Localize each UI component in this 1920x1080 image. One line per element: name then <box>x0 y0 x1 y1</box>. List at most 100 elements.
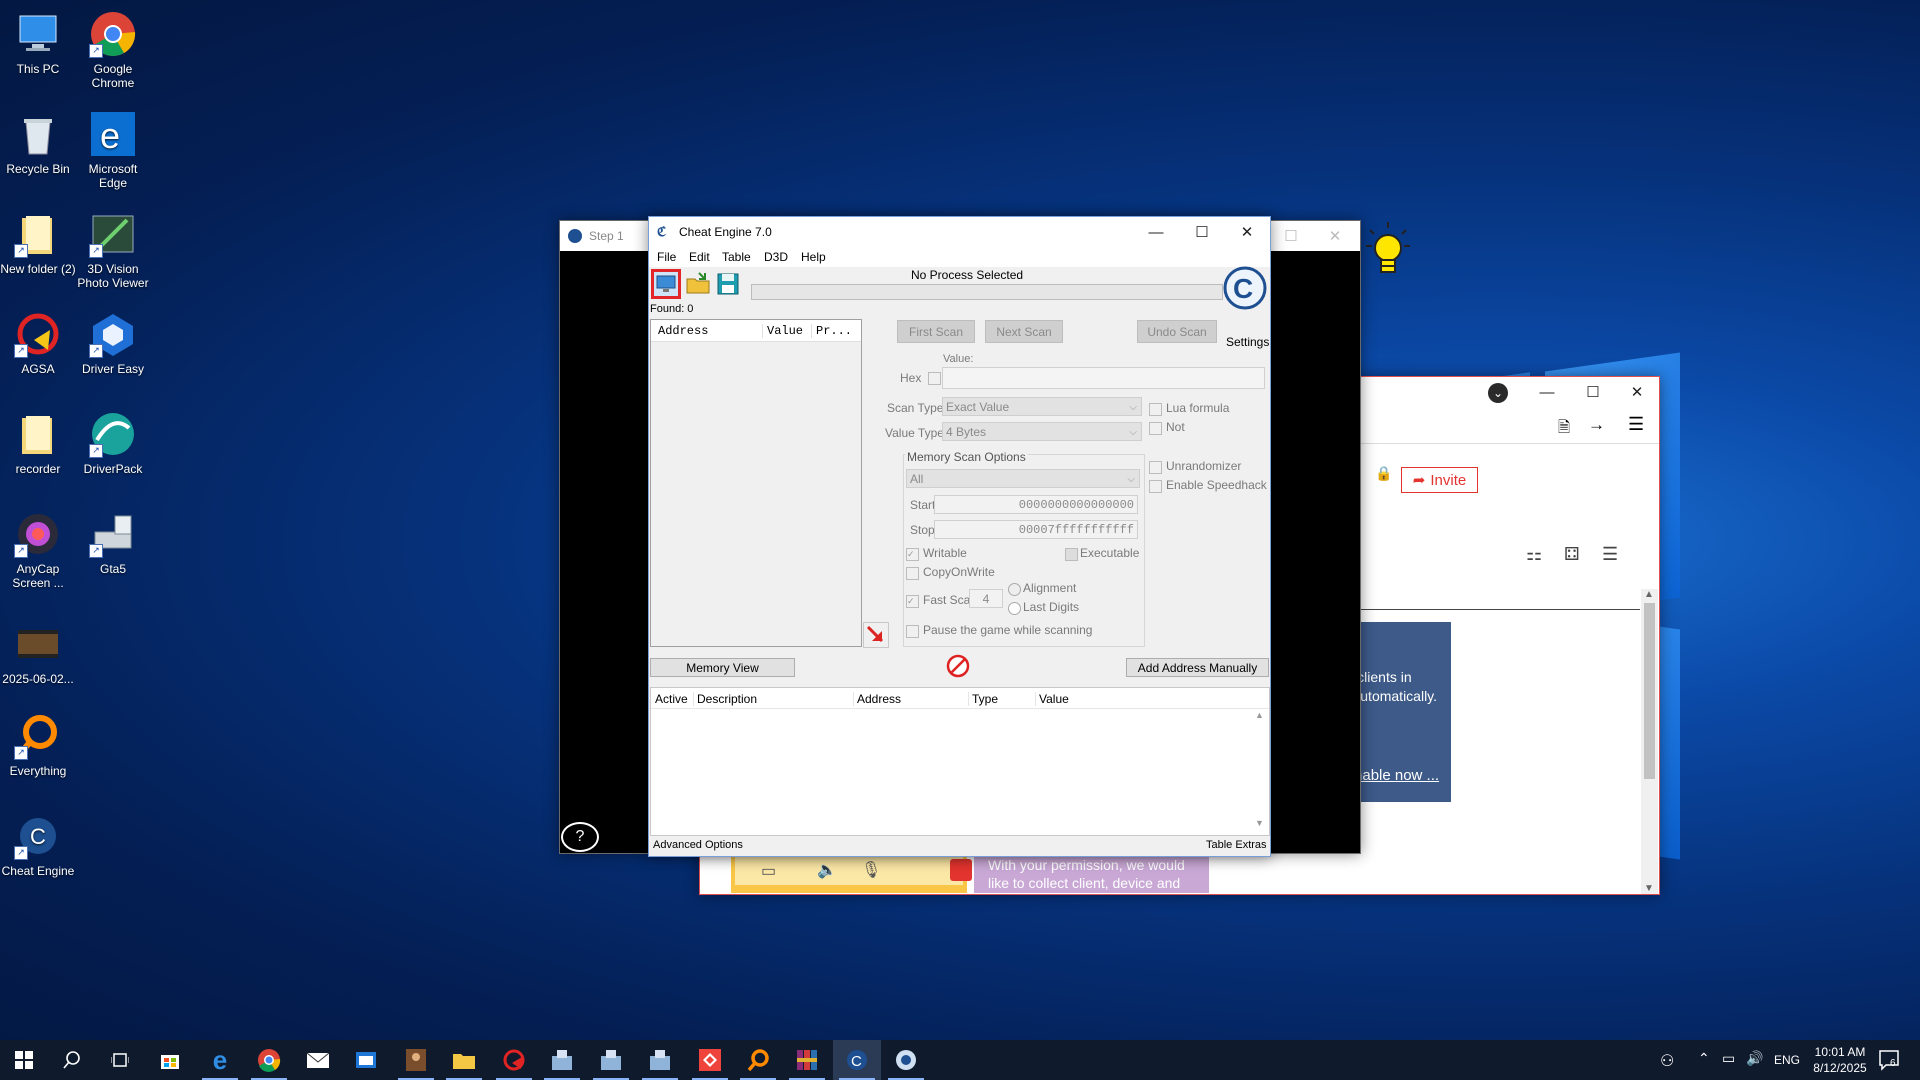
value-input[interactable] <box>942 367 1265 389</box>
start-button[interactable] <box>0 1040 48 1080</box>
network-icon[interactable]: ▭ <box>1722 1050 1735 1067</box>
help-button[interactable]: ? <box>561 822 599 852</box>
ce-titlebar[interactable]: ℭ Cheat Engine 7.0 — ☐ ✕ <box>649 217 1270 247</box>
first-scan-button[interactable]: First Scan <box>897 320 975 343</box>
record-icon[interactable] <box>950 859 972 881</box>
action-center-button[interactable]: 6 <box>1878 1048 1902 1072</box>
menu-table[interactable]: Table <box>722 250 751 264</box>
cheat-engine-window[interactable]: ℭ Cheat Engine 7.0 — ☐ ✕ File Edit Table… <box>648 216 1271 857</box>
scrollbar[interactable]: ▲ ▼ <box>1641 589 1658 894</box>
language-indicator[interactable]: ENG <box>1774 1053 1800 1067</box>
column-value[interactable]: Value <box>1035 692 1069 706</box>
hex-checkbox[interactable] <box>928 372 941 385</box>
taskbar-store[interactable] <box>146 1040 194 1080</box>
desktop-icon-cheat-engine[interactable]: C ↗ Cheat Engine <box>0 812 78 878</box>
clock[interactable]: 10:01 AM 8/12/2025 <box>1805 1044 1875 1076</box>
column-address[interactable]: Address <box>853 692 901 706</box>
not-checkbox[interactable] <box>1149 422 1162 435</box>
unrandomizer-checkbox[interactable] <box>1149 461 1162 474</box>
taskbar-window-app[interactable] <box>342 1040 390 1080</box>
writable-checkbox[interactable]: ✓ <box>906 548 919 561</box>
column-address[interactable]: Address <box>658 324 708 338</box>
scroll-up-icon[interactable]: ▲ <box>1255 710 1264 720</box>
taskbar-installer[interactable] <box>587 1040 635 1080</box>
memory-region-select[interactable]: All ⌵ <box>906 469 1140 488</box>
speedhack-checkbox[interactable] <box>1149 480 1162 493</box>
found-list[interactable]: Address Value Pr... <box>650 319 862 647</box>
fast-scan-checkbox[interactable]: ✓ <box>906 595 919 608</box>
save-button[interactable] <box>715 271 741 297</box>
menu-file[interactable]: File <box>657 250 676 264</box>
minimize-button[interactable]: — <box>1524 377 1570 407</box>
lua-formula-checkbox[interactable] <box>1149 403 1162 416</box>
tile-view-icon[interactable]: ⚏ <box>1526 544 1542 565</box>
maximize-button[interactable]: ☐ <box>1570 377 1616 407</box>
address-table[interactable]: Active Description Address Type Value ▲ … <box>650 687 1270 836</box>
copyonwrite-checkbox[interactable] <box>906 567 919 580</box>
invite-button[interactable]: ➦ Invite <box>1401 467 1478 493</box>
desktop-icon-anycap[interactable]: ↗ AnyCap Screen ... <box>0 510 78 590</box>
column-value[interactable]: Value <box>762 324 803 338</box>
desktop-icon-video[interactable]: 2025-06-02... <box>0 620 78 686</box>
list-view-icon[interactable]: ☰ <box>1602 544 1618 565</box>
ce-logo[interactable]: C <box>1221 266 1269 324</box>
fast-scan-value[interactable]: 4 <box>969 589 1003 608</box>
taskbar-tutorial[interactable] <box>882 1040 930 1080</box>
taskbar-installer[interactable] <box>636 1040 684 1080</box>
grid-view-icon[interactable]: ⚃ <box>1564 544 1580 565</box>
minimize-button[interactable]: — <box>1133 217 1179 247</box>
volume-icon[interactable]: 🔊 <box>1746 1050 1763 1067</box>
download-icon[interactable]: ⌄ <box>1488 383 1508 403</box>
desktop-icon-this-pc[interactable]: This PC <box>0 10 78 76</box>
scroll-down-icon[interactable]: ▼ <box>1644 883 1654 894</box>
taskbar-file-explorer[interactable] <box>440 1040 488 1080</box>
advanced-options-link[interactable]: Advanced Options <box>653 839 743 851</box>
microphone-icon[interactable]: 🎙 <box>861 860 881 880</box>
scroll-up-icon[interactable]: ▲ <box>1644 589 1654 600</box>
last-digits-radio[interactable] <box>1008 602 1021 615</box>
column-active[interactable]: Active <box>655 692 688 706</box>
start-address-field[interactable]: 0000000000000000 <box>934 495 1138 514</box>
taskbar-photo-app[interactable] <box>392 1040 440 1080</box>
desktop-icon-driver-easy[interactable]: ↗ Driver Easy <box>73 310 153 376</box>
next-scan-button[interactable]: Next Scan <box>985 320 1063 343</box>
taskbar-winrar[interactable] <box>783 1040 831 1080</box>
task-view-button[interactable] <box>96 1040 144 1080</box>
file-transfer-icon[interactable]: 🗎 <box>1558 417 1570 442</box>
scan-type-select[interactable]: Exact Value ⌵ <box>942 397 1142 416</box>
connect-arrow-icon[interactable]: → <box>1588 415 1605 435</box>
desktop-icon-agsa[interactable]: ↗ AGSA <box>0 310 78 376</box>
add-to-list-arrow-button[interactable] <box>863 622 889 648</box>
open-file-button[interactable] <box>685 271 711 297</box>
taskbar-installer[interactable] <box>538 1040 586 1080</box>
desktop-icon-new-folder[interactable]: ↗ New folder (2) <box>0 210 78 276</box>
stop-address-field[interactable]: 00007fffffffffff <box>934 520 1138 539</box>
maximize-button[interactable]: ☐ <box>1179 217 1225 247</box>
taskbar-edge[interactable]: e <box>196 1040 244 1080</box>
desktop-icon-gta5[interactable]: ↗ Gta5 <box>73 510 153 576</box>
taskbar-mail[interactable] <box>294 1040 342 1080</box>
scroll-down-icon[interactable]: ▼ <box>1255 818 1264 828</box>
alignment-radio[interactable] <box>1008 583 1021 596</box>
menu-icon[interactable]: ☰ <box>1628 414 1644 435</box>
maximize-button[interactable]: ☐ <box>1268 221 1314 251</box>
menu-d3d[interactable]: D3D <box>764 250 788 264</box>
close-button[interactable]: ✕ <box>1224 217 1270 247</box>
display-icon[interactable]: ▭ <box>761 861 776 881</box>
taskbar-anydesk[interactable] <box>686 1040 734 1080</box>
desktop-icon-3d-vision[interactable]: ↗ 3D Vision Photo Viewer <box>73 210 153 290</box>
taskbar-chrome[interactable] <box>245 1040 293 1080</box>
show-hidden-icons[interactable]: ⌃ <box>1698 1050 1710 1067</box>
desktop-icon-everything[interactable]: ↗ Everything <box>0 712 78 778</box>
taskbar-everything[interactable] <box>734 1040 782 1080</box>
select-process-button[interactable] <box>651 269 681 299</box>
speaker-icon[interactable]: 🔈 <box>817 860 837 880</box>
undo-scan-button[interactable]: Undo Scan <box>1137 320 1217 343</box>
pause-game-checkbox[interactable] <box>906 625 919 638</box>
value-type-select[interactable]: 4 Bytes ⌵ <box>942 422 1142 441</box>
column-type[interactable]: Type <box>968 692 998 706</box>
close-button[interactable]: ✕ <box>1614 377 1660 407</box>
menu-edit[interactable]: Edit <box>689 250 710 264</box>
desktop-icon-google-chrome[interactable]: ↗ Google Chrome <box>73 10 153 90</box>
settings-label[interactable]: Settings <box>1226 335 1269 349</box>
